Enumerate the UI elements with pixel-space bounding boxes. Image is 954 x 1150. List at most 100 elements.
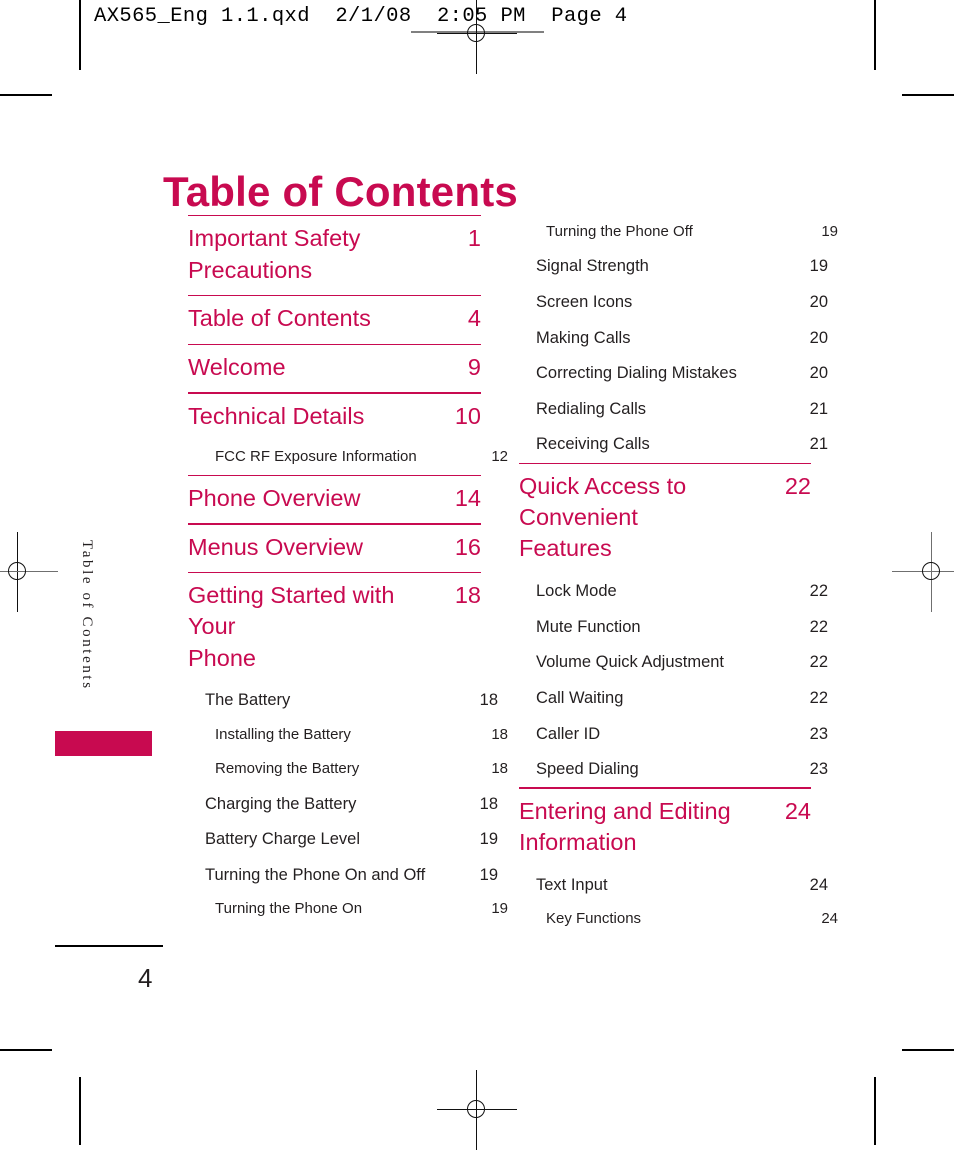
toc-entry[interactable]: Entering and Editing Information 24 [519, 789, 811, 868]
toc-entry-page-number: 18 [479, 794, 498, 813]
page-number: 4 [138, 963, 153, 993]
toc-entry-page-number: 19 [479, 830, 498, 849]
toc-entry-page-number: 18 [454, 582, 481, 609]
toc-entry-page-number: 19 [479, 865, 498, 884]
crop-mark-top-left-vertical [79, 0, 81, 70]
toc-entry-label: Mute Function [536, 617, 641, 636]
toc-entry-label: Screen Icons [536, 292, 633, 311]
toc-entry[interactable]: Technical Details 10 [188, 394, 481, 441]
toc-entry-label: Removing the Battery [215, 759, 360, 777]
crop-mark-bottom-right-horizontal [902, 1049, 954, 1051]
toc-entry-label: Charging the Battery [205, 794, 357, 813]
toc-entry[interactable]: Key Functions 24 [519, 903, 838, 937]
toc-entry[interactable]: Important Safety Precautions 1 [188, 216, 481, 295]
toc-entry[interactable]: Quick Access to Convenient Features 22 [519, 464, 811, 574]
manual-page: AX565_Eng 1.1.qxd 2/1/08 2:05 PM Page 4 … [0, 0, 954, 1150]
toc-entry[interactable]: Redialing Calls 21 [519, 391, 828, 427]
toc-entry-label: Important Safety Precautions [188, 225, 361, 283]
toc-entry[interactable]: Screen Icons 20 [519, 284, 828, 320]
toc-entry-page-number: 21 [809, 399, 828, 418]
registration-mark-bottom-center [437, 1070, 517, 1150]
side-tab-label: Table of Contents [79, 540, 95, 691]
toc-entry-label: Installing the Battery [215, 726, 351, 744]
toc-entry-page-number: 23 [809, 760, 828, 779]
toc-entry[interactable]: Volume Quick Adjustment 22 [519, 645, 828, 681]
toc-entry[interactable]: Mute Function 22 [519, 609, 828, 645]
toc-entry-page-number: 18 [479, 691, 498, 710]
side-tab-marker [55, 731, 152, 756]
toc-entry[interactable]: Battery Charge Level 19 [188, 822, 498, 858]
toc-entry-label: Phone Overview [188, 484, 361, 511]
toc-entry-page-number: 24 [784, 797, 811, 824]
toc-entry-page-number: 22 [809, 689, 828, 708]
toc-entry-label: Key Functions [546, 910, 642, 928]
toc-entry[interactable]: Turning the Phone On and Off 19 [188, 857, 498, 893]
toc-entry-page-number: 10 [454, 402, 481, 429]
toc-entry[interactable]: Correcting Dialing Mistakes 20 [519, 356, 828, 392]
toc-entry-page-number: 23 [809, 724, 828, 743]
toc-entry[interactable]: Getting Started with Your Phone 18 [188, 573, 481, 683]
toc-entry[interactable]: Turning the Phone On 19 [188, 893, 508, 927]
toc-entry-page-number: 19 [809, 257, 828, 276]
toc-entry[interactable]: Removing the Battery 18 [188, 752, 508, 786]
toc-entry-page-number: 1 [467, 225, 481, 252]
toc-entry-label: Correcting Dialing Mistakes [536, 364, 737, 383]
toc-entry-label: Redialing Calls [536, 399, 647, 418]
toc-entry-label: Caller ID [536, 724, 601, 743]
toc-entry[interactable]: Receiving Calls 21 [519, 427, 828, 463]
toc-entry-label: Welcome [188, 353, 286, 380]
toc-entry-label: The Battery [205, 691, 291, 710]
toc-entry-page-number: 22 [809, 582, 828, 601]
registration-mark-top-center [437, 0, 517, 74]
toc-entry-label: Speed Dialing [536, 760, 639, 779]
toc-entry[interactable]: Phone Overview 14 [188, 476, 481, 523]
toc-entry[interactable]: Charging the Battery 18 [188, 786, 498, 822]
toc-entry-label: Signal Strength [536, 257, 649, 276]
toc-entry[interactable]: Signal Strength 19 [519, 249, 828, 285]
toc-entry-page-number: 20 [809, 292, 828, 311]
toc-entry[interactable]: Menus Overview 16 [188, 525, 481, 572]
toc-entry[interactable]: Caller ID 23 [519, 716, 828, 752]
toc-entry-page-number: 21 [809, 435, 828, 454]
toc-entry-label: Battery Charge Level [205, 830, 361, 849]
toc-entry-page-number: 16 [454, 533, 481, 560]
registration-mark-right [892, 532, 954, 612]
toc-entry-page-number: 24 [821, 910, 838, 928]
toc-entry-label: Menus Overview [188, 533, 363, 560]
file-info-header: AX565_Eng 1.1.qxd 2/1/08 2:05 PM Page 4 [94, 5, 628, 28]
toc-entry-label: Turning the Phone On [215, 900, 363, 918]
toc-entry-label: Technical Details [188, 402, 365, 429]
registration-ring [467, 1100, 485, 1118]
toc-entry-label: Making Calls [536, 328, 631, 347]
toc-column-right: Turning the Phone Off 19 Signal Strength 19… [519, 215, 838, 937]
toc-entry-label: Getting Started with Your Phone [188, 582, 395, 671]
toc-entry[interactable]: The Battery 18 [188, 683, 498, 719]
toc-entry[interactable]: FCC RF Exposure Information 12 [188, 441, 508, 475]
registration-ring [8, 562, 26, 580]
toc-entry-label: Lock Mode [536, 582, 617, 601]
toc-entry[interactable]: Text Input 24 [519, 867, 828, 903]
toc-entry-page-number: 18 [491, 759, 508, 777]
toc-entry-label: Turning the Phone Off [546, 222, 693, 240]
crop-mark-top-right-horizontal [902, 94, 954, 96]
crop-mark-bottom-right-vertical [874, 1077, 876, 1145]
toc-entry[interactable]: Lock Mode 22 [519, 574, 828, 610]
toc-entry[interactable]: Call Waiting 22 [519, 681, 828, 717]
toc-entry-page-number: 14 [454, 484, 481, 511]
toc-entry[interactable]: Welcome 9 [188, 345, 481, 392]
toc-entry[interactable]: Turning the Phone Off 19 [519, 215, 838, 249]
toc-entry[interactable]: Installing the Battery 18 [188, 719, 508, 753]
toc-entry[interactable]: Table of Contents 4 [188, 296, 481, 343]
toc-entry-page-number: 20 [809, 328, 828, 347]
crop-mark-top-left-horizontal [0, 94, 52, 96]
toc-column-left: Important Safety Precautions 1 Table of Co… [188, 215, 508, 927]
toc-entry[interactable]: Speed Dialing 23 [519, 752, 828, 788]
toc-entry-page-number: 18 [491, 726, 508, 744]
page-title: Table of Contents [163, 168, 518, 216]
toc-entry[interactable]: Making Calls 20 [519, 320, 828, 356]
registration-ring [467, 24, 485, 42]
toc-entry-page-number: 20 [809, 364, 828, 383]
crop-mark-top-right-vertical [874, 0, 876, 70]
toc-entry-page-number: 19 [491, 900, 508, 918]
toc-entry-page-number: 24 [809, 875, 828, 894]
